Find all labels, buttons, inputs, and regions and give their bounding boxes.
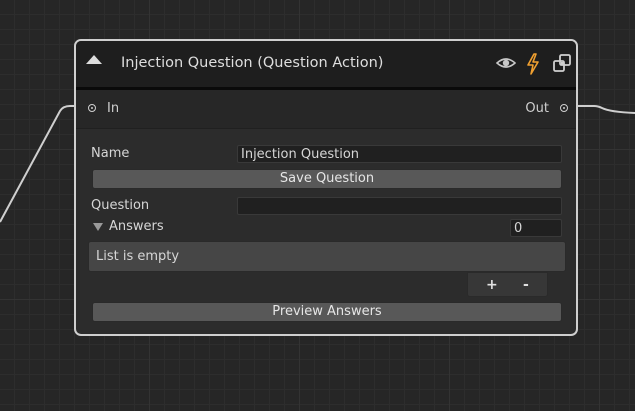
question-field[interactable] [237, 197, 562, 215]
collapse-arrow-icon[interactable] [86, 55, 102, 64]
node-settings-icon[interactable] [552, 53, 572, 73]
answers-list: List is empty [88, 241, 566, 272]
name-field[interactable]: Injection Question [237, 145, 562, 163]
answers-label[interactable]: Answers [109, 219, 164, 234]
preview-answers-button[interactable]: Preview Answers [92, 302, 562, 322]
input-port-label: In [107, 101, 120, 116]
save-question-button[interactable]: Save Question [92, 169, 562, 189]
answers-count-field[interactable]: 0 [510, 219, 562, 237]
node-title: Injection Question (Question Action) [121, 55, 384, 71]
output-wire [575, 105, 635, 114]
lightning-icon[interactable] [525, 53, 541, 75]
node-header[interactable]: Injection Question (Question Action) [76, 41, 576, 90]
remove-item-button[interactable]: - [523, 277, 529, 293]
output-port-icon[interactable] [560, 104, 568, 112]
input-wire [0, 105, 76, 223]
list-add-remove-controls: + - [467, 272, 548, 297]
node-ports-row: In Out [76, 90, 576, 129]
name-label: Name [91, 146, 130, 161]
answers-foldout-arrow-icon[interactable] [93, 223, 103, 231]
add-item-button[interactable]: + [486, 277, 498, 293]
input-port-icon[interactable] [88, 104, 96, 112]
output-port-label: Out [525, 101, 549, 116]
question-action-node[interactable]: Injection Question (Question Action) In … [74, 39, 578, 336]
eye-icon[interactable] [496, 53, 516, 73]
question-label: Question [91, 198, 150, 213]
